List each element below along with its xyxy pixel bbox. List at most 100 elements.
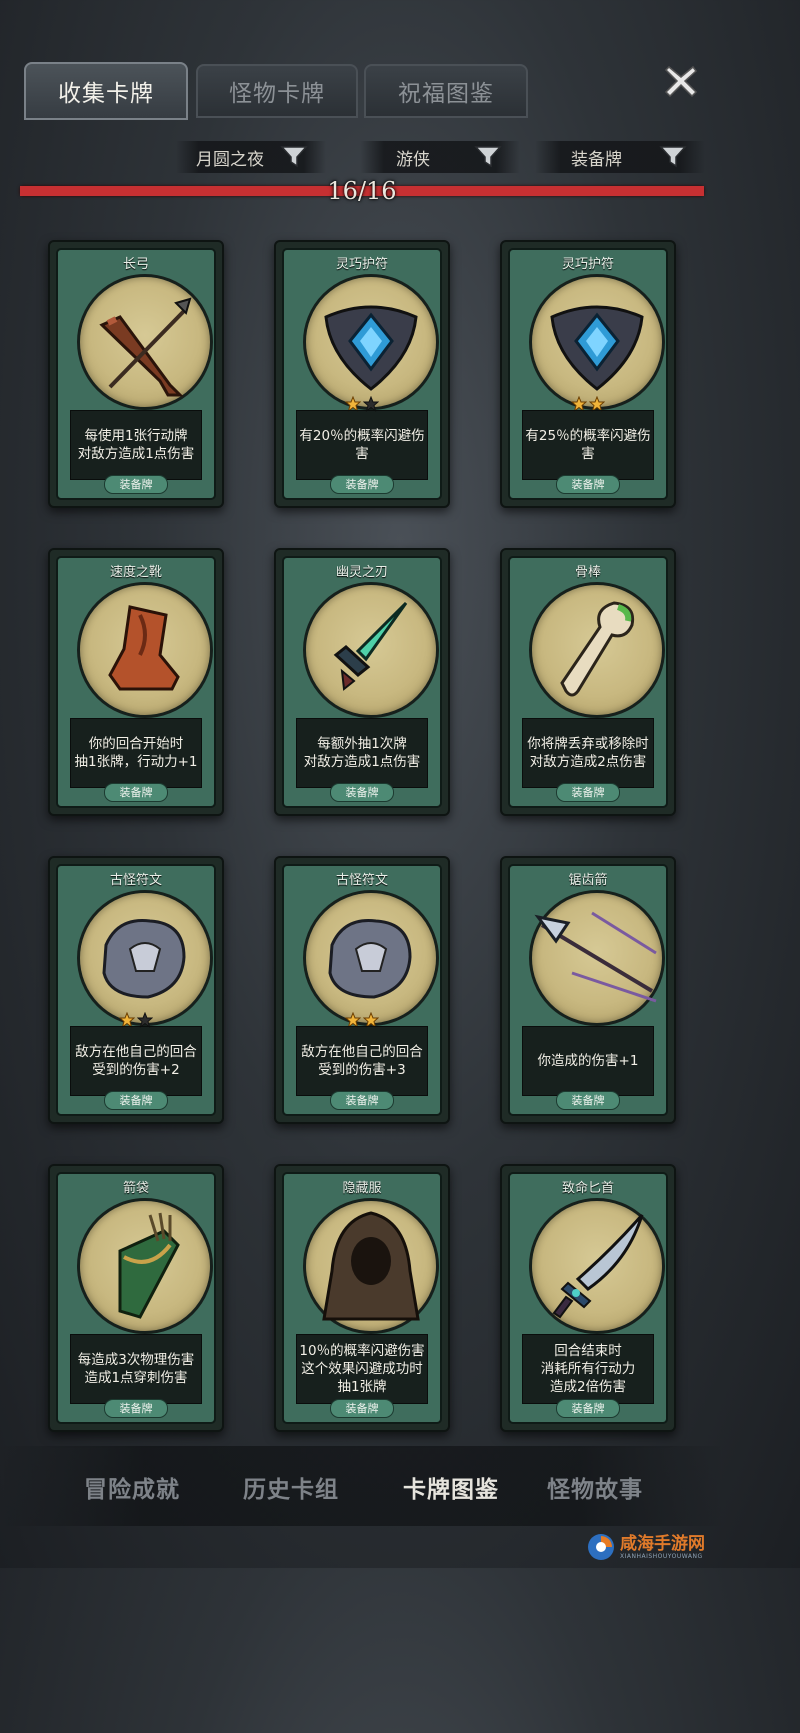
card-title: 古怪符文 bbox=[109, 873, 162, 888]
watermark-text: 咸海手游网 bbox=[620, 1533, 705, 1554]
card[interactable]: 古怪符文敌方在他自己的回合 受到的伤害+2 装备牌 bbox=[48, 856, 224, 1124]
card-portrait bbox=[77, 274, 213, 410]
card-type-badge: 装备牌 bbox=[104, 783, 168, 802]
card-type-badge: 装备牌 bbox=[330, 475, 394, 494]
card-portrait bbox=[77, 1198, 213, 1334]
watermark-sub: XIANHAISHOUYOUWANG bbox=[620, 1552, 703, 1560]
close-button[interactable] bbox=[658, 58, 704, 104]
card-description: 你的回合开始时 抽1张牌，行动力+1 bbox=[74, 736, 198, 770]
card-frame: 幽灵之刃每额外抽1次牌 对敌方造成1点伤害 装备牌 bbox=[282, 556, 442, 808]
card-frame: 速度之靴你的回合开始时 抽1张牌，行动力+1 装备牌 bbox=[56, 556, 216, 808]
ghost-blade-icon bbox=[333, 601, 408, 691]
rune-stone-icon bbox=[328, 919, 412, 999]
card-frame: 长弓每使用1张行动牌 对敌方造成1点伤害装备牌 bbox=[56, 248, 216, 500]
card-title: 幽灵之刃 bbox=[335, 565, 388, 580]
card-description-box: 每额外抽1次牌 对敌方造成1点伤害 bbox=[296, 718, 428, 788]
filter-expansion[interactable]: 月圆之夜 bbox=[176, 141, 326, 173]
card-description: 敌方在他自己的回合 受到的伤害+2 bbox=[75, 1044, 197, 1078]
card-title: 长弓 bbox=[122, 257, 149, 272]
card-type-badge: 装备牌 bbox=[556, 1399, 620, 1418]
card-portrait bbox=[303, 1198, 439, 1334]
card-frame: 古怪符文敌方在他自己的回合 受到的伤害+2 装备牌 bbox=[56, 864, 216, 1116]
card-description-box: 10％的概率闪避伤害 这个效果闪避成功时 抽1张牌 bbox=[296, 1334, 428, 1404]
card-title: 灵巧护符 bbox=[561, 257, 614, 272]
nav-history-deck[interactable]: 历史卡组 bbox=[243, 1470, 339, 1504]
card[interactable]: 古怪符文 敌方在他自己的回合 受到的伤害+3 装备牌 bbox=[274, 856, 450, 1124]
card-description: 你将牌丢弃或移除时 对敌方造成2点伤害 bbox=[527, 736, 649, 770]
card-title: 灵巧护符 bbox=[335, 257, 388, 272]
card-type-badge: 装备牌 bbox=[104, 475, 168, 494]
card[interactable]: 致命匕首回合结束时 消耗所有行动力 造成2倍伤害装备牌 bbox=[500, 1164, 676, 1432]
nav-card-guide[interactable]: 卡牌图鉴 bbox=[403, 1470, 499, 1504]
card-type-badge: 装备牌 bbox=[104, 1399, 168, 1418]
card-portrait bbox=[529, 890, 665, 1026]
card-description-box: 你造成的伤害+1 bbox=[522, 1026, 654, 1096]
nav-achievements[interactable]: 冒险成就 bbox=[84, 1470, 180, 1504]
card[interactable]: 长弓每使用1张行动牌 对敌方造成1点伤害装备牌 bbox=[48, 240, 224, 508]
card-type-badge: 装备牌 bbox=[330, 1091, 394, 1110]
funnel-icon bbox=[280, 146, 308, 168]
card[interactable]: 箭袋 每造成3次物理伤害 造成1点穿刺伤害 装备牌 bbox=[48, 1164, 224, 1432]
filter-label: 装备牌 bbox=[571, 149, 622, 170]
card-title: 锯齿箭 bbox=[568, 873, 608, 888]
card-title: 箭袋 bbox=[122, 1181, 149, 1196]
hood-cloak-icon bbox=[322, 1211, 420, 1321]
card-portrait bbox=[529, 274, 665, 410]
card-type-badge: 装备牌 bbox=[104, 1091, 168, 1110]
card-frame: 灵巧护符有25％的概率闪避伤害装备牌 bbox=[508, 248, 668, 500]
card-title: 速度之靴 bbox=[109, 565, 162, 580]
tab-blessing-guide[interactable]: 祝福图鉴 bbox=[364, 64, 528, 118]
collection-count: 16/16 bbox=[327, 177, 397, 205]
card-description: 回合结束时 消耗所有行动力 造成2倍伤害 bbox=[540, 1343, 636, 1395]
card-description: 敌方在他自己的回合 受到的伤害+3 bbox=[301, 1044, 423, 1078]
nav-monster-stories[interactable]: 怪物故事 bbox=[547, 1470, 643, 1504]
card-type-badge: 装备牌 bbox=[556, 475, 620, 494]
card[interactable]: 幽灵之刃每额外抽1次牌 对敌方造成1点伤害 装备牌 bbox=[274, 548, 450, 816]
swirl-logo-icon bbox=[588, 1534, 614, 1560]
card-portrait bbox=[529, 1198, 665, 1334]
tab-collect-cards[interactable]: 收集卡牌 bbox=[24, 62, 188, 120]
card-portrait bbox=[303, 890, 439, 1026]
card[interactable]: 速度之靴你的回合开始时 抽1张牌，行动力+1 装备牌 bbox=[48, 548, 224, 816]
filter-label: 月圆之夜 bbox=[196, 149, 264, 170]
card-description-box: 敌方在他自己的回合 受到的伤害+2 bbox=[70, 1026, 202, 1096]
card[interactable]: 灵巧护符有25％的概率闪避伤害装备牌 bbox=[500, 240, 676, 508]
card-description-box: 回合结束时 消耗所有行动力 造成2倍伤害 bbox=[522, 1334, 654, 1404]
card-description-box: 每使用1张行动牌 对敌方造成1点伤害 bbox=[70, 410, 202, 480]
quiver-icon bbox=[118, 1212, 180, 1319]
card-type-badge: 装备牌 bbox=[330, 783, 394, 802]
card-type-badge: 装备牌 bbox=[556, 1091, 620, 1110]
card-type-badge: 装备牌 bbox=[556, 783, 620, 802]
card-portrait bbox=[77, 890, 213, 1026]
tab-monster-cards[interactable]: 怪物卡牌 bbox=[196, 64, 358, 118]
filter-label: 游侠 bbox=[396, 149, 430, 170]
card-description-box: 你将牌丢弃或移除时 对敌方造成2点伤害 bbox=[522, 718, 654, 788]
card-frame: 致命匕首回合结束时 消耗所有行动力 造成2倍伤害装备牌 bbox=[508, 1172, 668, 1424]
card-portrait bbox=[303, 274, 439, 410]
card-description: 有20％的概率闪避伤害 bbox=[299, 428, 425, 462]
card-description: 每使用1张行动牌 对敌方造成1点伤害 bbox=[77, 428, 195, 462]
card-portrait bbox=[303, 582, 439, 718]
bone-club-icon bbox=[560, 601, 635, 697]
tab-label: 怪物卡牌 bbox=[229, 81, 325, 107]
filter-card-type[interactable]: 装备牌 bbox=[535, 141, 705, 173]
card[interactable]: 骨棒 你将牌丢弃或移除时 对敌方造成2点伤害 装备牌 bbox=[500, 548, 676, 816]
card-description: 有25％的概率闪避伤害 bbox=[525, 428, 651, 462]
card-title: 隐藏服 bbox=[342, 1181, 382, 1196]
card-portrait bbox=[529, 582, 665, 718]
card-description-box: 有20％的概率闪避伤害 bbox=[296, 410, 428, 480]
card-description-box: 敌方在他自己的回合 受到的伤害+3 bbox=[296, 1026, 428, 1096]
card-description: 你造成的伤害+1 bbox=[537, 1053, 639, 1069]
funnel-icon bbox=[659, 146, 687, 168]
card-frame: 锯齿箭你造成的伤害+1 装备牌 bbox=[508, 864, 668, 1116]
filter-class[interactable]: 游侠 bbox=[360, 141, 520, 173]
card[interactable]: 灵巧护符有20％的概率闪避伤害装备牌 bbox=[274, 240, 450, 508]
card[interactable]: 锯齿箭你造成的伤害+1 装备牌 bbox=[500, 856, 676, 1124]
card-title: 致命匕首 bbox=[561, 1181, 614, 1196]
card-frame: 骨棒 你将牌丢弃或移除时 对敌方造成2点伤害 装备牌 bbox=[508, 556, 668, 808]
card[interactable]: 隐藏服 10％的概率闪避伤害 这个效果闪避成功时 抽1张牌 装备牌 bbox=[274, 1164, 450, 1432]
card-frame: 古怪符文 敌方在他自己的回合 受到的伤害+3 装备牌 bbox=[282, 864, 442, 1116]
card-frame: 箭袋 每造成3次物理伤害 造成1点穿刺伤害 装备牌 bbox=[56, 1172, 216, 1424]
amulet-icon bbox=[324, 305, 418, 391]
close-icon bbox=[664, 65, 698, 98]
